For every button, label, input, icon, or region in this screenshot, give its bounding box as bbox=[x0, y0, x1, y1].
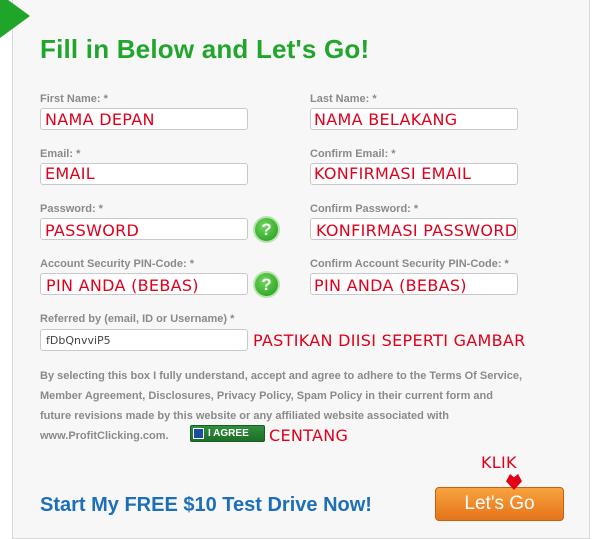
referred-label: Referred by (email, ID or Username) * bbox=[40, 313, 235, 325]
agree-annotation: CENTANG bbox=[269, 426, 349, 445]
referred-value: fDbQnvviP5 bbox=[46, 334, 111, 347]
referred-annotation: PASTIKAN DIISI SEPERTI GAMBAR bbox=[253, 331, 526, 350]
cta-text: Start My FREE $10 Test Drive Now! bbox=[40, 494, 372, 516]
referred-input[interactable]: fDbQnvviP5 bbox=[40, 329, 248, 351]
confirm-password-label: Confirm Password: * bbox=[310, 203, 419, 215]
agree-checkbox[interactable]: I AGREE bbox=[190, 425, 265, 442]
password-annotation: PASSWORD bbox=[45, 221, 140, 240]
confirm-email-label: Confirm Email: * bbox=[310, 148, 396, 160]
confirm-email-annotation: KONFIRMASI EMAIL bbox=[314, 164, 472, 183]
last-name-annotation: NAMA BELAKANG bbox=[314, 110, 458, 129]
terms-line: By selecting this box I fully understand… bbox=[40, 370, 523, 382]
confirm-pin-label: Confirm Account Security PIN-Code: * bbox=[310, 258, 509, 270]
confirm-pin-annotation: PIN ANDA (BEBAS) bbox=[314, 276, 467, 295]
agree-label: I AGREE bbox=[208, 428, 249, 439]
pin-annotation: PIN ANDA (BEBAS) bbox=[46, 276, 199, 295]
confirm-password-annotation: KONFIRMASI PASSWORD bbox=[316, 221, 518, 240]
password-help-icon[interactable]: ? bbox=[253, 216, 280, 243]
green-arrow-icon bbox=[0, 0, 30, 38]
submit-annotation: KLIK bbox=[481, 453, 517, 472]
lets-go-button[interactable]: Let's Go bbox=[435, 487, 564, 521]
form-title: Fill in Below and Let's Go! bbox=[40, 34, 370, 64]
last-name-label: Last Name: * bbox=[310, 93, 377, 105]
terms-line: future revisions made by this website or… bbox=[40, 410, 449, 422]
email-label: Email: * bbox=[40, 148, 81, 160]
pin-label: Account Security PIN-Code: * bbox=[40, 258, 195, 270]
pin-help-icon[interactable]: ? bbox=[253, 271, 280, 298]
terms-line: Member Agreement, Disclosures, Privacy P… bbox=[40, 390, 493, 402]
password-label: Password: * bbox=[40, 203, 103, 215]
email-annotation: EMAIL bbox=[45, 164, 95, 183]
checkbox-icon bbox=[193, 428, 204, 439]
first-name-label: First Name: * bbox=[40, 93, 108, 105]
first-name-annotation: NAMA DEPAN bbox=[45, 110, 155, 129]
